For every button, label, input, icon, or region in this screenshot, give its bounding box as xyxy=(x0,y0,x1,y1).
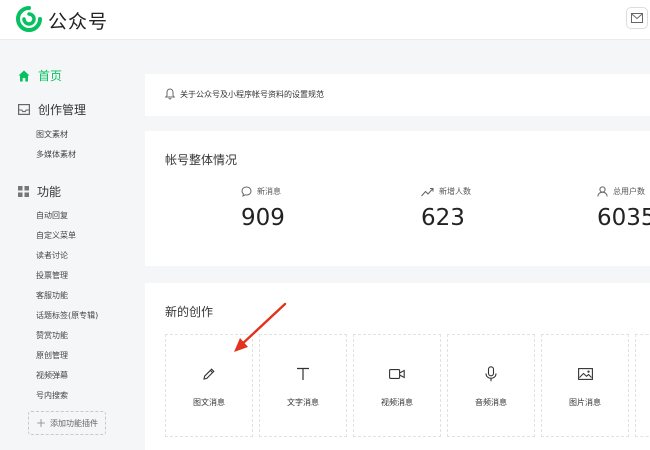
tile-label: 视频消息 xyxy=(381,397,413,408)
stat-value: 623 xyxy=(421,205,471,231)
sidebar-item-video-danmaku[interactable]: 视频弹幕 xyxy=(36,370,68,381)
tile-label: 图文消息 xyxy=(193,397,225,408)
brand-name: 公众号 xyxy=(48,7,108,34)
sidebar-item-custom-menu[interactable]: 自定义菜单 xyxy=(36,230,76,241)
sidebar-item-topic-tags[interactable]: 话题标签(原专辑) xyxy=(36,310,98,321)
sidebar-item-in-account-search[interactable]: 号内搜索 xyxy=(36,390,68,401)
video-camera-icon xyxy=(389,368,405,380)
home-icon xyxy=(18,70,30,82)
chat-bubble-icon xyxy=(241,186,252,197)
add-plugin-button[interactable]: + 添加功能插件 xyxy=(28,411,106,435)
sidebar-item-poll-management[interactable]: 投票管理 xyxy=(36,270,68,281)
sidebar-item-reader-discussion[interactable]: 读者讨论 xyxy=(36,250,68,261)
notice-bar[interactable]: 关于公众号及小程序帐号资料的设置规范 xyxy=(145,74,650,116)
top-bar: 公众号 xyxy=(0,0,650,40)
add-plugin-label: 添加功能插件 xyxy=(50,418,98,429)
create-video-button[interactable]: 视频消息 xyxy=(353,334,441,437)
sidebar-section-label: 创作管理 xyxy=(38,101,86,118)
stat-value: 909 xyxy=(241,205,285,231)
stat-new-followers[interactable]: 新增人数 623 xyxy=(421,186,471,231)
section-title: 新的创作 xyxy=(165,303,213,320)
tile-label: 图片消息 xyxy=(569,397,601,408)
create-audio-button[interactable]: 音频消息 xyxy=(447,334,535,437)
notice-text[interactable]: 关于公众号及小程序帐号资料的设置规范 xyxy=(180,89,324,100)
section-title: 帐号整体情况 xyxy=(165,151,237,168)
sidebar-section-creation[interactable]: 创作管理 xyxy=(18,101,86,118)
sidebar-section-features[interactable]: 功能 xyxy=(18,183,61,200)
tile-label: 文字消息 xyxy=(287,397,319,408)
sidebar-item-original-management[interactable]: 原创管理 xyxy=(36,350,68,361)
sidebar-item-article-materials[interactable]: 图文素材 xyxy=(36,129,68,140)
plus-icon: + xyxy=(36,416,46,430)
microphone-icon xyxy=(485,366,497,382)
tile-label: 音频消息 xyxy=(475,397,507,408)
sidebar-section-label: 功能 xyxy=(37,183,61,200)
trend-up-icon xyxy=(421,187,434,197)
stat-label: 总用户数 xyxy=(613,186,645,197)
pencil-icon xyxy=(202,367,216,381)
account-overview-card: 帐号整体情况 新消息 909 新增人数 623 总用户数 6035 xyxy=(145,131,650,266)
sidebar-item-media-materials[interactable]: 多媒体素材 xyxy=(36,149,76,160)
text-icon xyxy=(296,367,310,381)
mail-icon xyxy=(631,13,643,23)
sidebar-item-label: 首页 xyxy=(38,67,62,84)
stat-new-messages[interactable]: 新消息 909 xyxy=(241,186,285,231)
bell-icon xyxy=(165,88,175,100)
stat-label: 新增人数 xyxy=(439,186,471,197)
sidebar-item-auto-reply[interactable]: 自动回复 xyxy=(36,210,68,221)
image-icon xyxy=(578,368,593,380)
sidebar-item-customer-service[interactable]: 客服功能 xyxy=(36,290,68,301)
inbox-icon xyxy=(18,104,30,115)
stat-value: 6035 xyxy=(597,205,650,231)
sidebar-item-appreciation[interactable]: 赞赏功能 xyxy=(36,330,68,341)
create-image-button[interactable]: 图片消息 xyxy=(541,334,629,437)
stat-label: 新消息 xyxy=(257,186,281,197)
new-creation-card: 新的创作 图文消息 文字消息 视频消息 xyxy=(145,283,650,450)
stat-total-users[interactable]: 总用户数 6035 xyxy=(597,186,650,231)
create-more-button[interactable] xyxy=(635,334,650,437)
annotation-arrow-icon xyxy=(230,300,290,355)
user-icon xyxy=(597,186,608,197)
sidebar-item-home[interactable]: 首页 xyxy=(18,67,62,84)
sidebar: 首页 创作管理 图文素材 多媒体素材 功能 自动回复 自定义菜单 读者讨论 投票… xyxy=(0,41,128,450)
logo-icon xyxy=(16,6,42,32)
mail-button[interactable] xyxy=(626,7,648,29)
grid-icon xyxy=(18,186,29,197)
